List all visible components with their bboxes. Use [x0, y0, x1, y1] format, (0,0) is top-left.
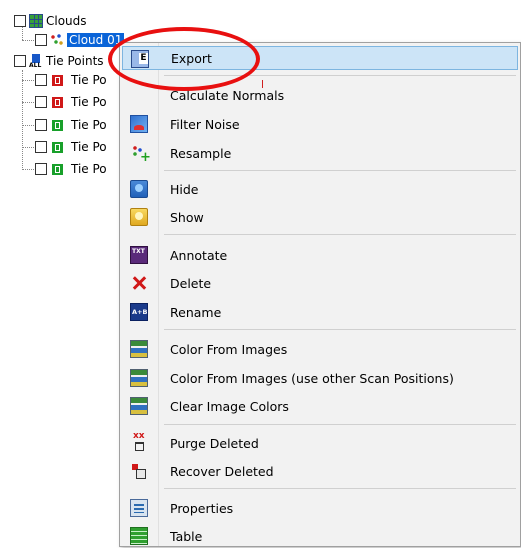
tree-node-cloud-01[interactable]: Cloud 01 — [35, 31, 125, 49]
menu-separator — [164, 234, 516, 235]
menu-item-calculate-normals[interactable]: Calculate Normals — [122, 83, 518, 107]
text-cursor-mark — [262, 80, 263, 88]
menu-item-label: Clear Image Colors — [170, 398, 289, 414]
menu-item-label: Filter Noise — [170, 116, 240, 132]
color-from-images-icon — [130, 340, 148, 358]
tree-node-tie-points[interactable]: ALL Tie Points — [14, 52, 104, 70]
menu-item-rename[interactable]: Rename — [122, 300, 518, 324]
tie-point-green-icon — [52, 163, 63, 175]
menu-item-label: Export — [171, 50, 212, 66]
hide-icon — [130, 180, 148, 198]
menu-item-clear-image-colors[interactable]: Clear Image Colors — [122, 394, 518, 418]
menu-separator — [164, 424, 516, 425]
tree-node-tie-point[interactable]: Tie Po — [35, 71, 107, 89]
menu-item-show[interactable]: Show — [122, 205, 518, 229]
tree-node-tie-point[interactable]: Tie Po — [35, 116, 107, 134]
menu-item-recover-deleted[interactable]: Recover Deleted — [122, 459, 518, 483]
tree-node-clouds[interactable]: Clouds — [14, 12, 87, 30]
visibility-checkbox[interactable] — [14, 15, 26, 27]
menu-item-label: Annotate — [170, 247, 228, 263]
context-menu: Export Calculate Normals Filter Noise Re… — [119, 42, 521, 547]
menu-item-label: Hide — [170, 181, 199, 197]
tree-connector — [22, 70, 23, 170]
tree-node-label: Tie Po — [71, 95, 107, 109]
visibility-checkbox[interactable] — [35, 74, 47, 86]
tree-connector — [22, 169, 34, 170]
menu-item-label: Calculate Normals — [170, 87, 285, 103]
visibility-checkbox[interactable] — [35, 96, 47, 108]
tie-point-red-icon — [52, 96, 63, 108]
menu-item-label: Show — [170, 209, 204, 225]
filter-noise-icon — [130, 115, 148, 133]
tie-point-red-icon — [52, 74, 63, 86]
menu-separator — [164, 329, 516, 330]
menu-item-label: Recover Deleted — [170, 463, 274, 479]
tree-connector — [22, 40, 34, 41]
menu-item-label: Properties — [170, 500, 234, 516]
annotate-icon — [130, 246, 148, 264]
menu-item-filter-noise[interactable]: Filter Noise — [122, 112, 518, 136]
menu-separator — [164, 75, 516, 76]
menu-item-table[interactable]: Table — [122, 524, 518, 548]
clouds-grid-icon — [29, 14, 43, 28]
menu-item-label: Color From Images — [170, 341, 288, 357]
menu-item-hide[interactable]: Hide — [122, 177, 518, 201]
visibility-checkbox[interactable] — [14, 55, 26, 67]
tree-node-label: Cloud 01 — [67, 33, 125, 47]
tree-node-tie-point[interactable]: Tie Po — [35, 93, 107, 111]
tree-node-label: Tie Po — [71, 162, 107, 176]
delete-icon — [130, 274, 148, 292]
point-cloud-icon — [50, 33, 64, 47]
visibility-checkbox[interactable] — [35, 163, 47, 175]
menu-item-properties[interactable]: Properties — [122, 496, 518, 520]
tree-node-label: Tie Po — [71, 140, 107, 154]
menu-item-label: Table — [170, 528, 203, 544]
recover-deleted-icon — [130, 462, 148, 480]
menu-item-label: Delete — [170, 275, 212, 291]
menu-item-color-from-images[interactable]: Color From Images — [122, 337, 518, 361]
tree-node-tie-point[interactable]: Tie Po — [35, 160, 107, 178]
export-icon — [131, 50, 149, 68]
color-from-images-icon — [130, 369, 148, 387]
table-icon — [130, 527, 148, 545]
menu-item-delete[interactable]: Delete — [122, 271, 518, 295]
tree-connector — [22, 102, 34, 103]
menu-item-label: Color From Images (use other Scan Positi… — [170, 370, 454, 386]
show-icon — [130, 208, 148, 226]
tree-node-label: Clouds — [46, 14, 87, 28]
tree-connector — [22, 125, 34, 126]
visibility-checkbox[interactable] — [35, 141, 47, 153]
menu-item-export[interactable]: Export — [122, 46, 518, 70]
menu-item-label: Resample — [170, 145, 232, 161]
tree-node-label: Tie Points — [46, 54, 104, 68]
menu-item-label: Purge Deleted — [170, 435, 259, 451]
menu-item-label: Rename — [170, 304, 222, 320]
visibility-checkbox[interactable] — [35, 119, 47, 131]
menu-item-resample[interactable]: Resample — [122, 141, 518, 165]
menu-item-color-from-images-other-scans[interactable]: Color From Images (use other Scan Positi… — [122, 366, 518, 390]
tie-point-green-icon — [52, 119, 63, 131]
rename-icon — [130, 303, 148, 321]
tree-node-tie-point[interactable]: Tie Po — [35, 138, 107, 156]
menu-separator — [164, 170, 516, 171]
all-tie-points-icon: ALL — [29, 54, 43, 69]
menu-separator — [164, 488, 516, 489]
purge-deleted-icon — [130, 431, 148, 452]
menu-item-annotate[interactable]: Annotate — [122, 243, 518, 267]
tree-node-label: Tie Po — [71, 73, 107, 87]
tie-point-green-icon — [52, 141, 63, 153]
tree-connector — [22, 80, 34, 81]
resample-icon — [130, 144, 151, 165]
visibility-checkbox[interactable] — [35, 34, 47, 46]
menu-item-purge-deleted[interactable]: Purge Deleted — [122, 431, 518, 455]
tree-connector — [22, 147, 34, 148]
properties-icon — [130, 499, 148, 517]
clear-image-colors-icon — [130, 397, 148, 415]
tree-node-label: Tie Po — [71, 118, 107, 132]
